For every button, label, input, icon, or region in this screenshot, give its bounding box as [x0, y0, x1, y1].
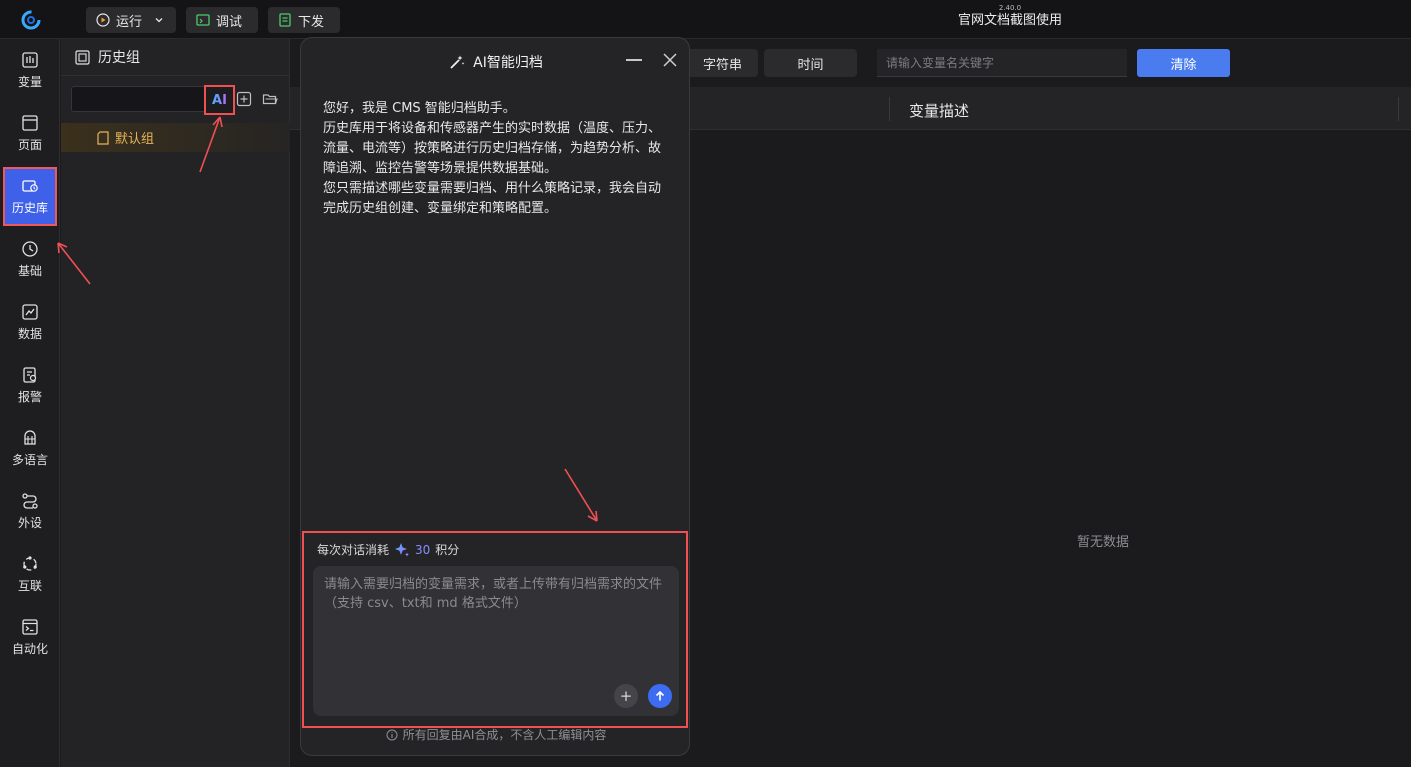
- language-icon: [24, 429, 36, 445]
- nav-label: 变量: [17, 74, 42, 89]
- info-icon: [386, 729, 398, 740]
- automation-icon: [22, 618, 38, 635]
- cost-value: 30: [415, 542, 431, 557]
- history-panel-header: 历史组: [61, 39, 289, 76]
- left-nav: 变量 页面 历史库 基础 数据 报警 多语言 外设 互联 自动化: [0, 39, 60, 767]
- message-line: 您只需描述哪些变量需要归档、用什么策略记录，我会自动完成历史组创建、变量绑定和策…: [323, 181, 662, 216]
- debug-button[interactable]: 调试: [186, 7, 258, 33]
- column-variable-description: 变量描述: [909, 102, 970, 120]
- nav-label: 基础: [17, 263, 42, 278]
- debug-icon: [196, 14, 210, 26]
- group-search-input[interactable]: [71, 86, 207, 112]
- nav-item-page[interactable]: 页面: [0, 102, 60, 164]
- nav-item-data[interactable]: 数据: [0, 291, 60, 353]
- dialog-header: AI智能归档: [301, 52, 691, 72]
- nav-item-alarm[interactable]: 报警: [0, 354, 60, 416]
- plus-icon: +: [619, 687, 633, 705]
- cost-suffix: 积分: [435, 543, 460, 557]
- message-line: 您好，我是 CMS 智能归档助手。: [323, 101, 516, 116]
- history-group-icon: [75, 49, 90, 65]
- variable-search-input[interactable]: [877, 49, 1127, 77]
- clock-icon: [22, 240, 38, 257]
- nav-item-peripheral[interactable]: 外设: [0, 480, 60, 542]
- play-icon: [96, 13, 110, 27]
- column-divider[interactable]: [889, 97, 890, 121]
- chat-input-area: 每次对话消耗 30 积分 +: [302, 531, 688, 728]
- clear-button[interactable]: 清除: [1137, 49, 1230, 77]
- deploy-label: 下发: [298, 14, 325, 30]
- app-version: 2.40.0: [998, 4, 1022, 12]
- nav-item-basic[interactable]: 基础: [0, 228, 60, 290]
- interconnect-icon: [23, 555, 37, 571]
- column-divider[interactable]: [1398, 97, 1399, 121]
- run-button[interactable]: 运行: [86, 7, 176, 33]
- alarm-icon: [23, 366, 37, 383]
- nav-label: 历史库: [11, 201, 48, 215]
- ai-archive-dialog: AI智能归档 您好，我是 CMS 智能归档助手。 历史库用于将设备和传感器产生的…: [300, 37, 690, 756]
- ai-archive-button[interactable]: AI: [204, 85, 235, 115]
- nav-label: 外设: [17, 515, 42, 530]
- assistant-message: 您好，我是 CMS 智能归档助手。 历史库用于将设备和传感器产生的实时数据（温度…: [323, 99, 667, 219]
- nav-item-language[interactable]: 多语言: [0, 417, 60, 479]
- cost-prefix: 每次对话消耗: [317, 543, 390, 557]
- group-item-default[interactable]: 默认组: [61, 123, 290, 152]
- title-block: 2.40.0 官网文档截图使用: [900, 4, 1120, 29]
- nav-item-automation[interactable]: 自动化: [0, 606, 60, 668]
- data-icon: [22, 303, 38, 320]
- run-label: 运行: [116, 14, 143, 30]
- minimize-icon[interactable]: [626, 59, 642, 61]
- deploy-button[interactable]: 下发: [268, 7, 340, 33]
- folder-open-icon[interactable]: [262, 91, 278, 107]
- add-group-icon[interactable]: [236, 91, 252, 107]
- disclaimer-text: 所有回复由AI合成，不含人工编辑内容: [402, 728, 607, 742]
- nav-label: 报警: [17, 389, 42, 404]
- message-line: 历史库用于将设备和传感器产生的实时数据（温度、压力、流量、电流等）按策略进行历史…: [323, 121, 662, 176]
- nav-item-variable[interactable]: 变量: [0, 39, 60, 101]
- send-button[interactable]: [648, 684, 672, 708]
- ai-disclaimer: 所有回复由AI合成，不含人工编辑内容: [301, 726, 691, 743]
- history-panel-title: 历史组: [98, 50, 140, 66]
- group-label: 默认组: [115, 132, 155, 147]
- filter-string-label: 字符串: [702, 57, 742, 73]
- peripheral-icon: [22, 492, 38, 509]
- variable-icon: [22, 51, 38, 68]
- arrow-up-icon: [655, 690, 665, 701]
- page-icon: [22, 114, 38, 131]
- sparkle-icon: [395, 542, 410, 556]
- nav-label: 自动化: [11, 641, 48, 656]
- chevron-down-icon[interactable]: [154, 15, 164, 25]
- app-title: 官网文档截图使用: [957, 13, 1062, 28]
- nav-item-history-db[interactable]: 历史库: [3, 167, 57, 226]
- filter-time-label: 时间: [797, 57, 824, 73]
- filter-time-button[interactable]: 时间: [764, 49, 857, 77]
- close-icon[interactable]: [662, 52, 678, 68]
- debug-label: 调试: [216, 14, 243, 30]
- attach-file-button[interactable]: +: [614, 684, 638, 708]
- dialog-title: AI智能归档: [473, 55, 543, 71]
- nav-label: 互联: [17, 578, 42, 593]
- nav-label: 页面: [17, 137, 42, 152]
- app-logo-icon: [21, 10, 41, 30]
- history-db-icon: [22, 180, 38, 192]
- nav-label: 多语言: [11, 452, 48, 467]
- nav-item-interconnect[interactable]: 互联: [0, 543, 60, 605]
- top-bar: 运行 调试 下发 2.40.0 官网文档截图使用: [0, 0, 1411, 39]
- cost-info: 每次对话消耗 30 积分: [317, 541, 459, 558]
- group-file-icon: [97, 130, 109, 145]
- history-group-panel: 历史组 AI 默认组: [61, 39, 290, 767]
- nav-label: 数据: [17, 326, 42, 341]
- ai-button-label: AI: [212, 92, 227, 108]
- deploy-icon: [279, 13, 291, 27]
- empty-state-text: 暂无数据: [1077, 535, 1130, 550]
- magic-wand-icon: [450, 55, 465, 69]
- clear-label: 清除: [1170, 57, 1197, 73]
